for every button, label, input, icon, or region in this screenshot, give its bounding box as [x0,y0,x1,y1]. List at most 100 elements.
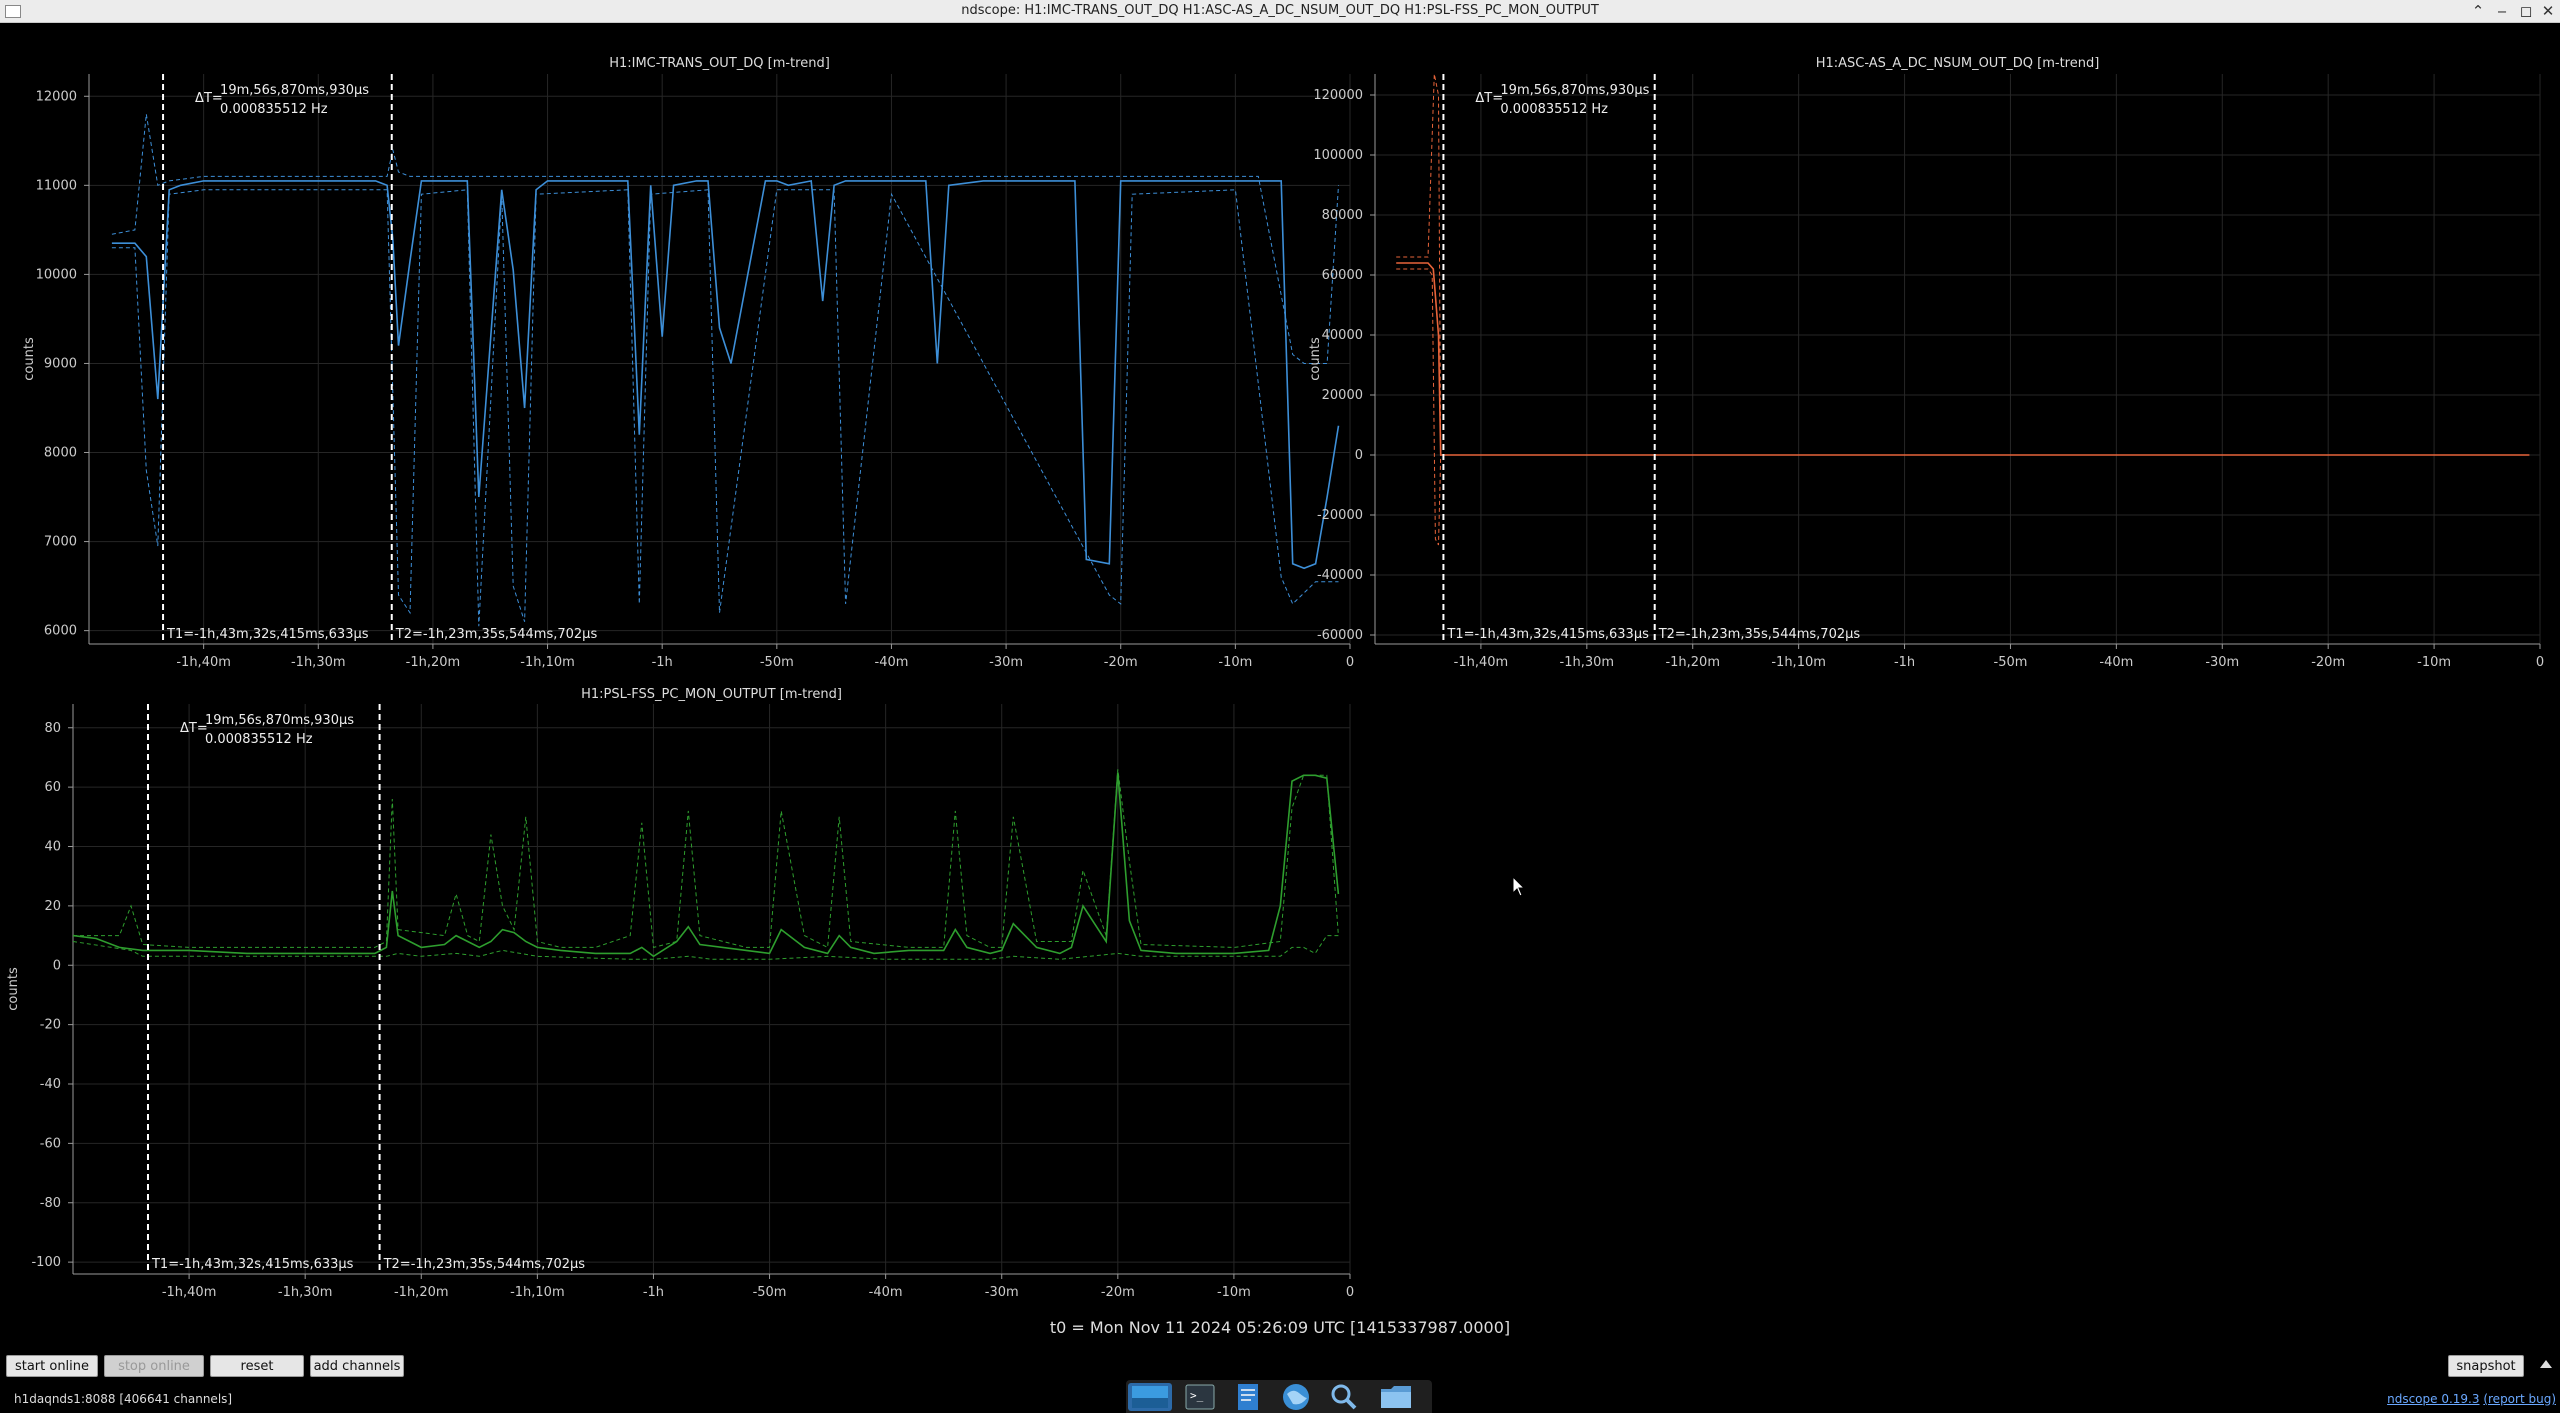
status-right: ndscope 0.19.3 (report bug) [2387,1392,2556,1406]
cursor-t2-label: T2=-1h,23m,35s,544ms,702µs [383,1257,586,1272]
y-tick-label: 20 [44,899,61,914]
restore-icon[interactable]: ◻ [2516,1,2536,21]
x-tick-label: -40m [875,655,909,670]
y-tick-label: 120000 [1313,88,1363,103]
y-tick-label: 40 [44,840,61,855]
delta-freq-value: 0.000835512 Hz [220,102,328,117]
y-tick-label: 10000 [36,267,77,282]
svg-text:>_: >_ [1190,1389,1204,1402]
y-tick-label: -20000 [1317,508,1363,523]
start-online-button[interactable]: start online [6,1355,98,1377]
series-min-line [111,189,1339,627]
x-tick-label: -10m [1217,1285,1251,1300]
series-mean-line [73,772,1340,958]
y-tick-label: -100 [31,1255,61,1270]
stop-online-button[interactable]: stop online [104,1355,204,1377]
y-tick-label: 0 [53,958,61,973]
x-tick-label: -1h,20m [394,1285,449,1300]
search-icon[interactable] [1322,1383,1366,1411]
y-tick-label: -60000 [1317,628,1363,643]
y-tick-label: -20 [40,1018,61,1033]
x-tick-label: -50m [753,1285,787,1300]
y-tick-label: -80 [40,1196,61,1211]
series-max-line [111,114,1339,364]
x-tick-label: -1h [643,1285,664,1300]
delta-freq-value: 0.000835512 Hz [1500,102,1608,117]
x-tick-label: 0 [2536,655,2544,670]
mouse-cursor-icon [1512,875,1526,897]
menu-arrow-icon[interactable] [2540,1360,2552,1368]
add-channels-button[interactable]: add channels [310,1355,404,1377]
y-tick-label: 9000 [44,356,77,371]
y-tick-label: 100000 [1313,148,1363,163]
x-tick-label: -1h,40m [162,1285,217,1300]
version-link[interactable]: ndscope 0.19.3 [2387,1392,2479,1406]
x-tick-label: -1h,20m [1665,655,1720,670]
delta-t-value: 19m,56s,870ms,930µs [1500,83,1649,98]
x-tick-label: -1h [1894,655,1915,670]
plots-canvas[interactable]: H1:IMC-TRANS_OUT_DQ [m-trend]60007000800… [0,22,2560,1322]
y-tick-label: -40000 [1317,568,1363,583]
y-tick-label: 0 [1355,448,1363,463]
x-tick-label: -20m [2311,655,2345,670]
delta-t-label: ΔT= [1475,91,1503,106]
y-tick-label: 80 [44,721,61,736]
x-tick-label: -50m [760,655,794,670]
x-tick-label: -10m [1218,655,1252,670]
plot-panel-3[interactable]: H1:PSL-FSS_PC_MON_OUTPUT [m-trend] -100 -8… [6,687,1354,1300]
y-axis-label: counts [1308,337,1323,381]
x-tick-label: -10m [2417,655,2451,670]
terminal-icon[interactable]: >_ [1178,1383,1222,1411]
x-tick-label: -1h [652,655,673,670]
x-tick-label: -1h,10m [1771,655,1826,670]
maximize-icon[interactable]: ‒ [2492,1,2512,21]
plot-panel-1[interactable]: H1:IMC-TRANS_OUT_DQ [m-trend] 6000 7000 800… [22,56,1354,670]
delta-t-value: 19m,56s,870ms,930µs [205,713,354,728]
taskbar-dock: >_ [1126,1380,1432,1413]
cursor-t2-label: T2=-1h,23m,35s,544ms,702µs [395,627,598,642]
report-bug-link[interactable]: (report bug) [2483,1392,2556,1406]
y-tick-label: 11000 [36,178,77,193]
x-tick-label: -20m [1104,655,1138,670]
plot-area[interactable]: H1:IMC-TRANS_OUT_DQ [m-trend] 6000 7000 800… [0,22,2560,1342]
minimize-icon[interactable]: ⌃ [2468,1,2488,21]
cursor-t1-label: T1=-1h,43m,32s,415ms,633µs [1446,627,1649,642]
close-icon[interactable]: ✕ [2538,1,2558,21]
bottom-toolbar: start online stop online reset add chann… [0,1352,2560,1413]
x-tick-label: -1h,30m [1560,655,1615,670]
x-tick-label: -30m [985,1285,1019,1300]
y-tick-label: -60 [40,1136,61,1151]
browser-icon[interactable] [1274,1383,1318,1411]
x-tick-label: -1h,10m [520,655,575,670]
window-title: ndscope: H1:IMC-TRANS_OUT_DQ H1:ASC-AS_A… [961,3,1599,18]
status-left: h1daqnds1:8088 [406641 channels] [14,1392,232,1406]
delta-freq-value: 0.000835512 Hz [205,732,313,747]
delta-t-label: ΔT= [180,721,208,736]
x-tick-label: -40m [869,1285,903,1300]
x-tick-label: -1h,10m [510,1285,565,1300]
x-tick-label: -30m [2205,655,2239,670]
desktop-icon[interactable] [1128,1383,1172,1411]
delta-t-value: 19m,56s,870ms,930µs [220,83,369,98]
x-tick-label: 0 [1346,655,1354,670]
folder-icon[interactable] [1374,1383,1418,1411]
y-tick-label: 20000 [1322,388,1363,403]
t0-label: t0 = Mon Nov 11 2024 05:26:09 UTC [14153… [1049,1318,1511,1337]
reset-button[interactable]: reset [210,1355,304,1377]
y-tick-label: 60 [44,780,61,795]
plot-title: H1:PSL-FSS_PC_MON_OUTPUT [m-trend] [581,687,842,702]
y-axis-label: counts [22,337,37,381]
plot-panel-2[interactable]: H1:ASC-AS_A_DC_NSUM_OUT_DQ [m-trend] -600… [1308,56,2544,670]
x-tick-label: -30m [989,655,1023,670]
cursor-t2-label: T2=-1h,23m,35s,544ms,702µs [1658,627,1861,642]
delta-t-label: ΔT= [195,91,223,106]
x-tick-label: -1h,30m [278,1285,333,1300]
y-tick-label: 40000 [1322,328,1363,343]
x-tick-label: -40m [2099,655,2133,670]
server-address: h1daqnds1:8088 [14,1392,116,1406]
x-tick-label: -20m [1101,1285,1135,1300]
text-editor-icon[interactable] [1226,1383,1270,1411]
snapshot-button[interactable]: snapshot [2448,1355,2524,1377]
y-tick-label: 12000 [36,89,77,104]
y-tick-label: 7000 [44,535,77,550]
